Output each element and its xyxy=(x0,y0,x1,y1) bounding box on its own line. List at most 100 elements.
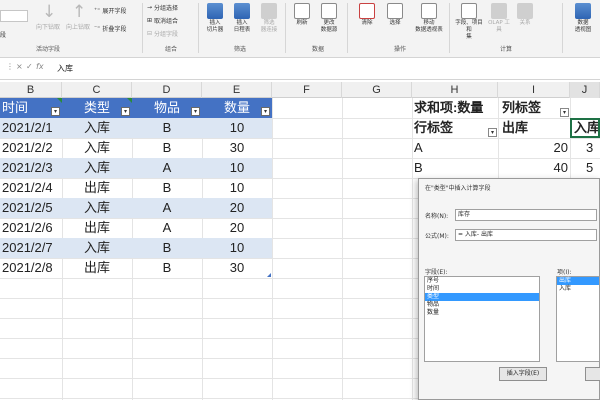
refresh-label: 刷新 xyxy=(296,20,308,26)
formula-input[interactable]: 入库 xyxy=(57,63,73,74)
select-label: 选择 xyxy=(389,20,401,26)
cell-date[interactable]: 2021/2/3 xyxy=(2,158,62,178)
column-header-f[interactable]: F xyxy=(272,82,342,98)
move-pivot-button[interactable]: 移动 数据透视表 xyxy=(412,3,446,34)
filter-dropdown-icon[interactable]: ▾ xyxy=(191,107,200,116)
pivot-row-label-b[interactable]: B xyxy=(414,158,423,178)
formula-input[interactable]: = 入库- 出库 xyxy=(455,229,597,241)
pivot-col-header-in-selected[interactable]: 入库 xyxy=(570,118,600,138)
pivotchart-button[interactable]: 数据 透视图 xyxy=(568,3,598,34)
column-header-b[interactable]: B xyxy=(0,82,62,98)
cell-date[interactable]: 2021/2/1 xyxy=(2,118,62,138)
table-resize-handle[interactable] xyxy=(267,273,271,277)
cell-type[interactable]: 出库 xyxy=(62,258,132,278)
drill-up-button[interactable]: 向上钻取 xyxy=(66,22,90,31)
pivot-row-label-a[interactable]: A xyxy=(414,138,423,158)
cell-date[interactable]: 2021/2/7 xyxy=(2,238,62,258)
field-list-item[interactable]: 物品 xyxy=(425,301,539,309)
cell-type[interactable]: 入库 xyxy=(62,158,132,178)
insert-field-button[interactable]: 插入字段(E) xyxy=(499,367,547,381)
cell-type[interactable]: 出库 xyxy=(62,178,132,198)
ungroup-button[interactable]: ⊞ 取消组合 xyxy=(147,16,178,25)
cell-qty[interactable]: 10 xyxy=(202,158,272,178)
cell-item[interactable]: A xyxy=(132,198,202,218)
cell-date[interactable]: 2021/2/8 xyxy=(2,258,62,278)
drill-down-button[interactable]: 向下钻取 xyxy=(36,22,60,31)
pivot-cell-b-out[interactable]: 40 xyxy=(498,158,568,178)
column-header-d[interactable]: D xyxy=(132,82,202,98)
field-list-item[interactable]: 时间 xyxy=(425,285,539,293)
pivot-row-filter-dropdown-icon[interactable]: ▾ xyxy=(488,128,497,137)
filter-connections-button[interactable]: 筛选 器连接 xyxy=(256,3,282,34)
change-source-button[interactable]: 更改 数据源 xyxy=(316,3,342,34)
fields-listbox[interactable]: 序号 时间 类型 物品 数量 xyxy=(424,276,540,362)
field-list-item[interactable]: 序号 xyxy=(425,277,539,285)
pivot-col-header-out[interactable]: 出库 xyxy=(502,118,528,138)
fields-items-button[interactable]: 字段、项目和 集 xyxy=(454,3,484,41)
olap-tools-button[interactable]: OLAP 工具 xyxy=(486,3,512,34)
cell-date[interactable]: 2021/2/6 xyxy=(2,218,62,238)
pivot-cell-a-in[interactable]: 3 xyxy=(586,138,593,158)
cell-date[interactable]: 2021/2/4 xyxy=(2,178,62,198)
field-list-item[interactable]: 数量 xyxy=(425,309,539,317)
cell-date[interactable]: 2021/2/5 xyxy=(2,198,62,218)
clear-button[interactable]: 清除 xyxy=(354,3,380,27)
cell-item[interactable]: A xyxy=(132,158,202,178)
cell-qty[interactable]: 30 xyxy=(202,258,272,278)
cell-type[interactable]: 出库 xyxy=(62,218,132,238)
insert-slicer-button[interactable]: 插入 切片器 xyxy=(202,3,228,34)
column-header-j[interactable]: J xyxy=(570,82,600,98)
refresh-button[interactable]: 刷新 xyxy=(289,3,315,27)
cell-qty[interactable]: 10 xyxy=(202,118,272,138)
cell-qty[interactable]: 20 xyxy=(202,218,272,238)
column-header-i[interactable]: I xyxy=(498,82,570,98)
cell-item[interactable]: B xyxy=(132,258,202,278)
cell-type[interactable]: 入库 xyxy=(62,138,132,158)
change-source-label: 更改 数据源 xyxy=(320,20,338,33)
cell-qty[interactable]: 10 xyxy=(202,178,272,198)
filter-dropdown-icon[interactable]: ▾ xyxy=(121,107,130,116)
arrow-right-icon: → xyxy=(147,4,153,11)
column-header-g[interactable]: G xyxy=(342,82,412,98)
pivot-cell-b-in[interactable]: 5 xyxy=(586,158,593,178)
cell-item[interactable]: A xyxy=(132,218,202,238)
items-listbox[interactable]: 出库 入库 xyxy=(556,276,600,362)
cell-type[interactable]: 入库 xyxy=(62,238,132,258)
pivot-column-filter-dropdown-icon[interactable]: ▾ xyxy=(560,108,569,117)
drill-down-icon: ↓ xyxy=(42,2,57,22)
group-field-button[interactable]: ⊟ 分组字段 xyxy=(147,29,178,38)
cell-date[interactable]: 2021/2/2 xyxy=(2,138,62,158)
cell-qty[interactable]: 20 xyxy=(202,198,272,218)
column-header-e[interactable]: E xyxy=(202,82,272,98)
insert-item-button[interactable] xyxy=(585,367,600,381)
expand-field-button[interactable]: ⁺⁼ 展开字段 xyxy=(94,6,126,15)
cell-qty[interactable]: 10 xyxy=(202,238,272,258)
filter-dropdown-icon[interactable]: ▾ xyxy=(51,107,60,116)
column-header-c[interactable]: C xyxy=(62,82,132,98)
item-list-item[interactable]: 入库 xyxy=(557,285,599,293)
ribbon-field-box[interactable] xyxy=(0,10,28,22)
column-header-h[interactable]: H xyxy=(412,82,498,98)
cell-item[interactable]: B xyxy=(132,238,202,258)
cell-type[interactable]: 入库 xyxy=(62,198,132,218)
cell-qty[interactable]: 30 xyxy=(202,138,272,158)
relationships-button[interactable]: 关系 xyxy=(512,3,538,27)
cell-item[interactable]: B xyxy=(132,178,202,198)
fx-icon[interactable]: fx xyxy=(36,62,44,71)
field-list-item-selected[interactable]: 类型 xyxy=(425,293,539,301)
item-list-item-selected[interactable]: 出库 xyxy=(557,277,599,285)
cell-type[interactable]: 入库 xyxy=(62,118,132,138)
insert-timeline-button[interactable]: 插入 日程表 xyxy=(229,3,255,34)
group-label-calculations: 计算 xyxy=(500,46,513,53)
cell-item[interactable]: B xyxy=(132,138,202,158)
cancel-icon[interactable]: × xyxy=(16,62,23,71)
select-button[interactable]: 选择 xyxy=(382,3,408,27)
cell-item[interactable]: B xyxy=(132,118,202,138)
enter-icon[interactable]: ✓ xyxy=(26,62,33,71)
insert-calculated-field-dialog: 在"类型"中插入计算字段 名称(N): 库存 公式(M): = 入库- 出库 字… xyxy=(418,178,600,400)
collapse-field-button[interactable]: ⁻⁼ 折叠字段 xyxy=(94,24,126,33)
pivot-cell-a-out[interactable]: 20 xyxy=(498,138,568,158)
group-selection-button[interactable]: → 分组选择 xyxy=(147,3,178,12)
filter-dropdown-icon[interactable]: ▾ xyxy=(261,107,270,116)
name-input[interactable]: 库存 xyxy=(455,209,597,221)
